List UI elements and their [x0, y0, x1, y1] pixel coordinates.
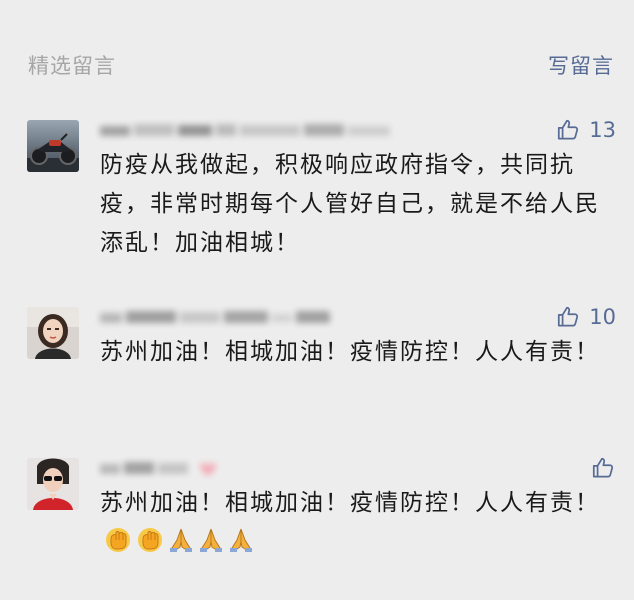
comment-text: 防疫从我做起，积极响应政府指令，共同抗疫，非常时期每个人管好自己，就是不给人民添… — [100, 152, 600, 256]
avatar[interactable] — [27, 120, 79, 172]
emoji-row — [104, 528, 258, 555]
woman-red-jacket-avatar-image — [27, 458, 79, 510]
like-button[interactable]: 13 — [555, 115, 616, 145]
comment-text: 苏州加油！相城加油！疫情防控！人人有责！ — [100, 339, 600, 365]
like-count: 10 — [589, 305, 616, 329]
avatar[interactable] — [27, 307, 79, 359]
like-button[interactable] — [590, 453, 616, 483]
featured-comments-title: 精选留言 — [28, 54, 116, 78]
fist-emoji-icon — [104, 526, 132, 567]
nickname-blurred — [100, 311, 330, 323]
thumbs-up-icon — [590, 455, 616, 481]
comments-header: 精选留言 写留言 — [0, 0, 634, 100]
like-count: 13 — [589, 118, 616, 142]
nickname-blurred — [100, 124, 390, 136]
woman-selfie-avatar-image — [27, 307, 79, 359]
praying-hands-emoji-icon — [198, 526, 224, 567]
thumbs-up-icon — [555, 117, 589, 143]
comment-text: 苏州加油！相城加油！疫情防控！人人有责！ — [100, 484, 610, 567]
praying-hands-emoji-icon — [228, 526, 254, 567]
motorcycle-avatar-image — [27, 120, 79, 172]
nickname-blurred — [100, 462, 216, 476]
avatar[interactable] — [27, 458, 79, 510]
fist-emoji-icon — [136, 526, 164, 567]
thumbs-up-icon — [555, 304, 589, 330]
comment-text-content: 苏州加油！相城加油！疫情防控！人人有责！ — [100, 490, 600, 516]
like-button[interactable]: 10 — [555, 302, 616, 332]
write-comment-button[interactable]: 写留言 — [548, 50, 614, 80]
praying-hands-emoji-icon — [168, 526, 194, 567]
